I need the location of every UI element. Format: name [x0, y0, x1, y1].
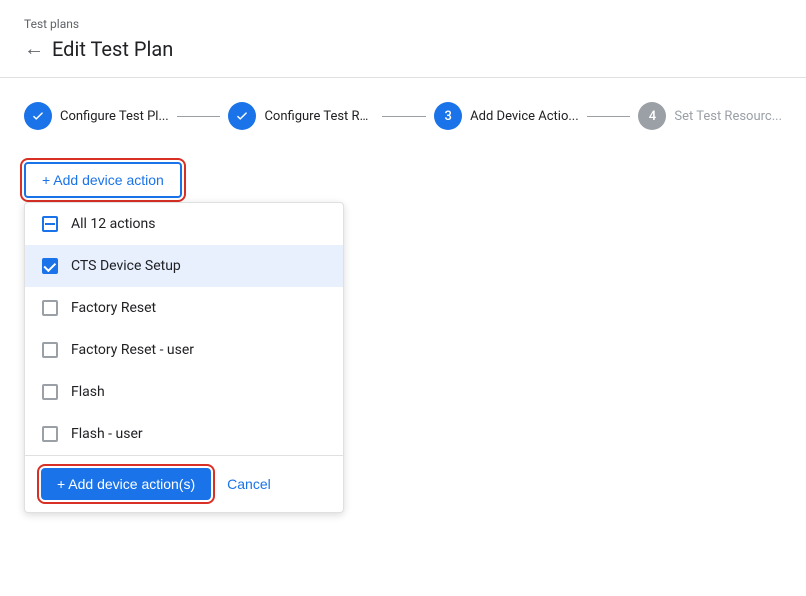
step-4-circle: 4: [638, 102, 666, 130]
step-4: 4 Set Test Resourc...: [638, 102, 782, 130]
item-1-checkbox[interactable]: [41, 257, 59, 275]
item-1-label: CTS Device Setup: [71, 258, 181, 274]
step-1-label: Configure Test Pl...: [60, 109, 169, 124]
step-2-label: Configure Test Ru...: [264, 109, 374, 124]
connector-2-3: [382, 116, 426, 117]
check-icon-1: [31, 109, 45, 123]
unchecked-checkbox: [42, 384, 58, 400]
item-3-checkbox[interactable]: [41, 341, 59, 359]
item-2-label: Factory Reset: [71, 300, 156, 316]
list-item[interactable]: Factory Reset - user: [25, 329, 343, 371]
connector-3-4: [587, 116, 631, 117]
list-item[interactable]: Factory Reset: [25, 287, 343, 329]
step-4-label: Set Test Resourc...: [674, 109, 782, 124]
unchecked-checkbox: [42, 342, 58, 358]
step-3-circle: 3: [434, 102, 462, 130]
breadcrumb-area: Test plans ← Edit Test Plan: [0, 0, 806, 69]
step-1-circle: [24, 102, 52, 130]
dropdown-footer: + Add device action(s) Cancel: [25, 455, 343, 512]
step-3: 3 Add Device Actio...: [434, 102, 579, 130]
breadcrumb: Test plans: [24, 17, 79, 31]
all-actions-item[interactable]: All 12 actions: [25, 203, 343, 245]
content-area: + Add device action All 12 actions CTS D…: [0, 146, 806, 214]
item-2-checkbox[interactable]: [41, 299, 59, 317]
all-actions-checkbox[interactable]: [41, 215, 59, 233]
all-actions-label: All 12 actions: [71, 216, 156, 232]
dropdown-list: All 12 actions CTS Device Setup Factory …: [25, 203, 343, 455]
page-title-row: ← Edit Test Plan: [24, 36, 782, 61]
list-item[interactable]: Flash - user: [25, 413, 343, 455]
add-device-action-button[interactable]: + Add device action: [24, 162, 182, 198]
cancel-button[interactable]: Cancel: [227, 476, 271, 492]
indeterminate-checkbox: [42, 216, 58, 232]
stepper: Configure Test Pl... Configure Test Ru..…: [0, 86, 806, 146]
list-item[interactable]: CTS Device Setup: [25, 245, 343, 287]
item-5-label: Flash - user: [71, 426, 143, 442]
list-item[interactable]: Flash: [25, 371, 343, 413]
step-2-circle: [228, 102, 256, 130]
unchecked-checkbox: [42, 426, 58, 442]
dropdown-panel: All 12 actions CTS Device Setup Factory …: [24, 202, 344, 513]
step-1: Configure Test Pl...: [24, 102, 169, 130]
item-3-label: Factory Reset - user: [71, 342, 194, 358]
unchecked-checkbox: [42, 300, 58, 316]
step-2: Configure Test Ru...: [228, 102, 374, 130]
page-title: Edit Test Plan: [52, 37, 173, 61]
check-icon-2: [235, 109, 249, 123]
item-4-checkbox[interactable]: [41, 383, 59, 401]
connector-1-2: [177, 116, 221, 117]
add-actions-button[interactable]: + Add device action(s): [41, 468, 211, 500]
item-5-checkbox[interactable]: [41, 425, 59, 443]
page-container: Test plans ← Edit Test Plan Configure Te…: [0, 0, 806, 596]
step-3-label: Add Device Actio...: [470, 109, 579, 124]
checked-checkbox: [42, 258, 58, 274]
item-4-label: Flash: [71, 384, 105, 400]
back-button[interactable]: ←: [24, 36, 44, 61]
header-divider: [0, 77, 806, 78]
